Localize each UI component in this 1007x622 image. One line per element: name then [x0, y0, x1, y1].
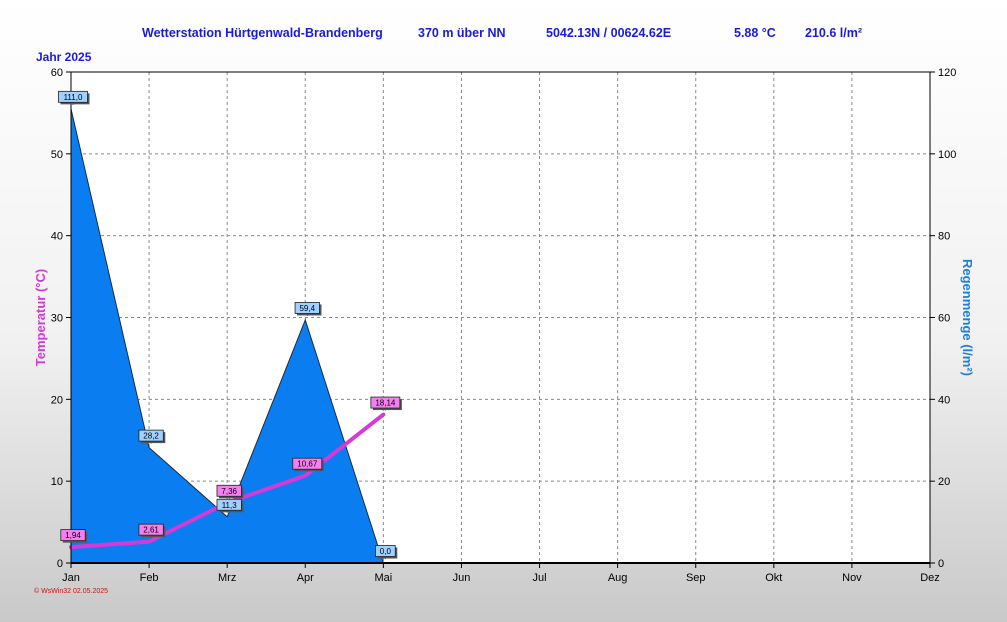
x-tick-label: Feb	[140, 572, 159, 584]
x-tick-label: Aug	[608, 572, 628, 584]
temp-data-label: 7,36	[221, 487, 237, 496]
temp-data-label: 10,67	[297, 460, 318, 469]
x-tick-label: Jul	[533, 572, 547, 584]
x-tick-label: Mrz	[218, 572, 236, 584]
y-left-axis-title: Temperatur (°C)	[33, 269, 48, 366]
rain-data-label: 11,3	[222, 501, 238, 510]
y-right-axis-title: Regenmenge (l/m²)	[960, 259, 975, 376]
x-tick-label: Nov	[842, 572, 862, 584]
x-tick-label: Mai	[374, 572, 392, 584]
rain-data-label: 28,2	[143, 432, 159, 441]
temp-data-label: 18,14	[375, 399, 396, 408]
y-right-tick-label: 60	[938, 313, 950, 325]
y-left-tick-label: 0	[57, 558, 63, 570]
y-left-tick-label: 60	[51, 67, 63, 79]
y-left-tick-label: 20	[51, 394, 63, 406]
y-right-tick-label: 20	[938, 476, 950, 488]
x-tick-label: Jan	[62, 572, 80, 584]
x-tick-label: Jun	[453, 572, 471, 584]
y-left-tick-label: 40	[51, 231, 63, 243]
x-tick-label: Sep	[686, 572, 706, 584]
y-right-tick-label: 120	[938, 67, 956, 79]
x-tick-label: Dez	[920, 572, 940, 584]
y-right-tick-label: 80	[938, 231, 950, 243]
x-tick-label: Okt	[765, 572, 782, 584]
rain-data-label: 0,0	[380, 547, 392, 556]
weather-chart: 0 10 20 30 40 50 60 0 20 40 60 80 100 120 Jan Feb Mrz Apr…	[33, 67, 975, 584]
y-right-tick-label: 40	[938, 394, 950, 406]
rain-data-label: 59,4	[299, 304, 315, 313]
y-left-tick-label: 50	[51, 149, 63, 161]
temp-data-label: 2,61	[143, 526, 159, 535]
rain-data-label: 111,0	[64, 93, 83, 102]
y-left-tick-label: 10	[51, 476, 63, 488]
y-left-tick-label: 30	[51, 313, 63, 325]
y-right-tick-label: 100	[938, 149, 956, 161]
temp-data-label: 1,94	[65, 531, 81, 540]
y-right-tick-label: 0	[938, 558, 944, 570]
x-tick-label: Apr	[297, 572, 314, 584]
